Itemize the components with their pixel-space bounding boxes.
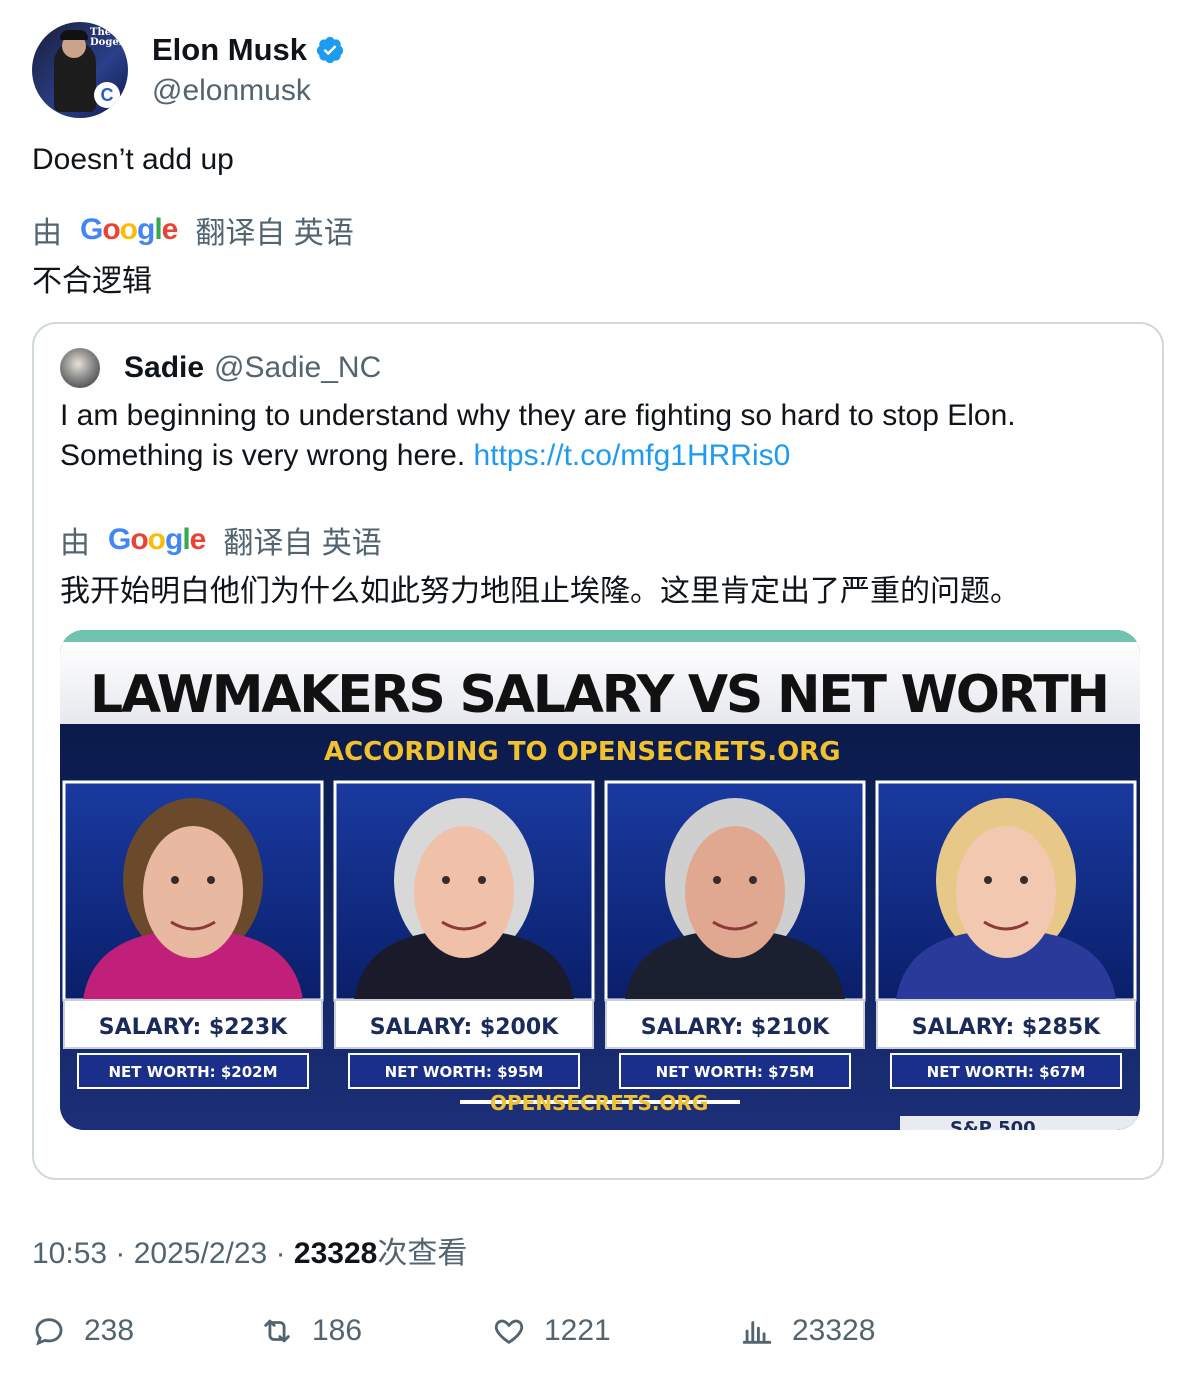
- panel-eye: [207, 876, 215, 884]
- translated-text: 不合逻辑: [32, 265, 152, 298]
- panel-net-worth: NET WORTH: $67M: [927, 1063, 1086, 1081]
- heart-icon: [494, 1319, 524, 1344]
- views-count: 23328: [792, 1314, 876, 1347]
- quoted-translation-suffix: 翻译自 英语: [223, 527, 382, 560]
- avatar-cap: [60, 30, 88, 40]
- retweet-icon: [264, 1319, 290, 1343]
- panel-eye: [478, 876, 486, 884]
- media-panel: SALARY: $200K NET WORTH: $95M: [333, 780, 595, 1089]
- tweet-views-label: 次查看: [377, 1237, 468, 1270]
- author-names: Elon Musk @elonmusk: [152, 32, 345, 108]
- retweet-button[interactable]: 186: [260, 1314, 362, 1348]
- reply-count: 238: [84, 1314, 135, 1347]
- panel-salary: SALARY: $210K: [641, 1015, 830, 1040]
- panel-face: [143, 826, 243, 958]
- google-logo: Google: [108, 523, 206, 556]
- media-subtitle: ACCORDING TO OPENSECRETS.ORG: [324, 737, 841, 767]
- panel-net-worth: NET WORTH: $202M: [108, 1063, 277, 1081]
- media-graphic: LAWMAKERS SALARY VS NET WORTH ACCORDING …: [60, 630, 1140, 1130]
- reply-button[interactable]: 238: [32, 1314, 134, 1348]
- retweet-count: 186: [312, 1314, 363, 1347]
- panel-eye: [442, 876, 450, 884]
- panel-salary: SALARY: $285K: [912, 1015, 1101, 1040]
- panel-eye: [171, 876, 179, 884]
- verified-badge-icon: [316, 36, 344, 64]
- tweet-views-count: 23328: [293, 1237, 378, 1270]
- media-ticker: S&P 500: [950, 1118, 1036, 1130]
- avatar-badge: C: [94, 82, 120, 108]
- quoted-link[interactable]: https://t.co/mfg1HRRis0: [474, 439, 791, 472]
- panel-eye: [749, 876, 757, 884]
- author-avatar[interactable]: The Dogefa C: [32, 22, 128, 118]
- panel-net-worth: NET WORTH: $75M: [656, 1063, 815, 1081]
- panel-salary: SALARY: $200K: [370, 1015, 559, 1040]
- author-name[interactable]: Elon Musk: [152, 32, 307, 68]
- tweet-time[interactable]: 10:53: [32, 1237, 107, 1270]
- quoted-header: Sadie @Sadie_NC: [60, 348, 381, 388]
- translation-prefix: 由: [32, 217, 62, 250]
- translation-suffix: 翻译自 英语: [195, 217, 354, 250]
- quoted-media-image[interactable]: LAWMAKERS SALARY VS NET WORTH ACCORDING …: [60, 630, 1140, 1130]
- bar-chart-icon: [742, 1321, 772, 1344]
- panel-salary: SALARY: $223K: [99, 1015, 288, 1040]
- tweet-meta: 10:53 · 2025/2/23 · 23328次查看: [32, 1228, 467, 1272]
- panel-eye: [1020, 876, 1028, 884]
- quoted-author-name: Sadie: [124, 351, 205, 384]
- reply-icon: [35, 1318, 63, 1346]
- like-button[interactable]: 1221: [492, 1314, 611, 1348]
- media-footer: OPENSECRETS.ORG: [490, 1091, 708, 1115]
- panel-net-worth: NET WORTH: $95M: [385, 1063, 544, 1081]
- quoted-translation-prefix: 由: [60, 527, 90, 560]
- google-logo: Google: [80, 213, 178, 246]
- meta-separator: ·: [115, 1237, 134, 1270]
- tweet-header: The Dogefa C Elon Musk @elonmusk: [32, 22, 345, 118]
- panel-face: [956, 826, 1056, 958]
- avatar-logo-text: The Dogefa: [90, 27, 128, 48]
- views-button[interactable]: 23328: [740, 1314, 875, 1348]
- tweet-date[interactable]: 2025/2/23: [134, 1237, 267, 1270]
- quoted-translated-text: 我开始明白他们为什么如此努力地阻止埃隆。这里肯定出了严重的问题。: [60, 575, 1020, 608]
- translation-attribution: 由 Google 翻译自 英语: [32, 208, 354, 252]
- quoted-avatar: [60, 348, 100, 388]
- quoted-author-handle: @Sadie_NC: [214, 351, 382, 384]
- media-panel: SALARY: $210K NET WORTH: $75M: [604, 780, 866, 1089]
- panel-eye: [984, 876, 992, 884]
- panel-face: [414, 826, 514, 958]
- media-panel: SALARY: $223K NET WORTH: $202M: [62, 780, 324, 1089]
- media-panel: SALARY: $285K NET WORTH: $67M: [875, 780, 1137, 1089]
- panel-face: [685, 826, 785, 958]
- author-handle[interactable]: @elonmusk: [152, 74, 345, 108]
- quoted-translation-attribution: 由 Google 翻译自 英语: [60, 518, 382, 562]
- quoted-text-block: I am beginning to understand why they ar…: [60, 396, 1140, 476]
- author-name-row: Elon Musk: [152, 32, 345, 68]
- quoted-tweet[interactable]: Sadie @Sadie_NC I am beginning to unders…: [32, 322, 1164, 1180]
- media-title: LAWMAKERS SALARY VS NET WORTH: [90, 665, 1110, 725]
- like-count: 1221: [544, 1314, 611, 1347]
- meta-separator: ·: [275, 1237, 294, 1270]
- tweet-text: Doesn’t add up: [32, 143, 234, 176]
- action-bar: 238 186 1221 23328: [32, 1314, 1164, 1354]
- panel-eye: [713, 876, 721, 884]
